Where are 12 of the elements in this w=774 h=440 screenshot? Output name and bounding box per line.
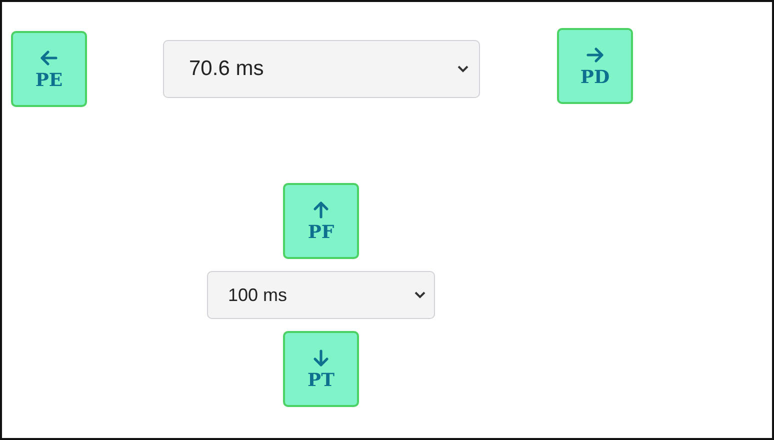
right-arrow-icon <box>585 44 605 64</box>
chevron-down-icon <box>457 65 469 73</box>
left-arrow-icon <box>39 48 59 68</box>
left-arrow-button[interactable]: PE <box>11 31 87 107</box>
down-arrow-button[interactable]: PT <box>283 331 359 407</box>
right-arrow-button[interactable]: PD <box>557 28 633 104</box>
chevron-down-icon <box>414 291 426 299</box>
down-arrow-icon <box>311 348 331 368</box>
interval-select[interactable]: 70.6 ms <box>163 40 480 98</box>
up-arrow-icon <box>311 200 331 220</box>
up-arrow-button[interactable]: PF <box>283 183 359 259</box>
step-select[interactable]: 100 ms <box>207 271 435 319</box>
